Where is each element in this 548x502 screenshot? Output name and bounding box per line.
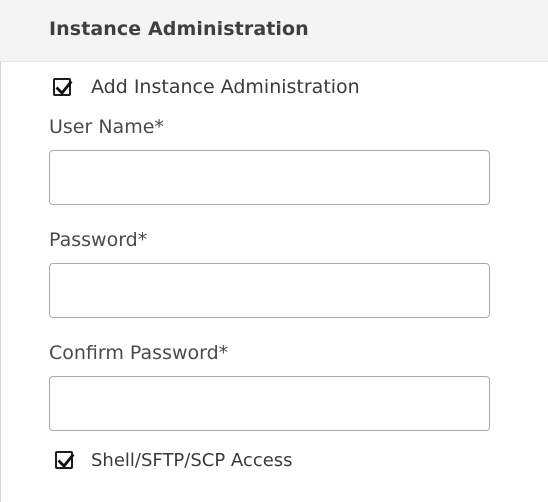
password-label: Password* [49, 229, 148, 251]
panel-left-border [0, 62, 1, 502]
section-title: Instance Administration [49, 18, 309, 40]
username-input[interactable] [49, 150, 490, 205]
shell-access-checkbox-row[interactable]: Shell/SFTP/SCP Access [55, 446, 293, 474]
checkmark-icon [55, 80, 73, 96]
section-header: Instance Administration [0, 0, 548, 62]
shell-access-label: Shell/SFTP/SCP Access [91, 449, 293, 471]
shell-access-checkbox[interactable] [55, 451, 75, 469]
confirm-password-label: Confirm Password* [49, 342, 229, 364]
password-input[interactable] [49, 263, 490, 318]
instance-administration-panel: Instance Administration Add Instance Adm… [0, 0, 548, 502]
username-label: User Name* [49, 116, 164, 138]
add-instance-admin-checkbox-row[interactable]: Add Instance Administration [53, 73, 360, 101]
confirm-password-input[interactable] [49, 376, 490, 431]
add-instance-admin-label: Add Instance Administration [91, 76, 360, 98]
checkmark-icon [57, 453, 75, 469]
add-instance-admin-checkbox[interactable] [53, 78, 73, 96]
